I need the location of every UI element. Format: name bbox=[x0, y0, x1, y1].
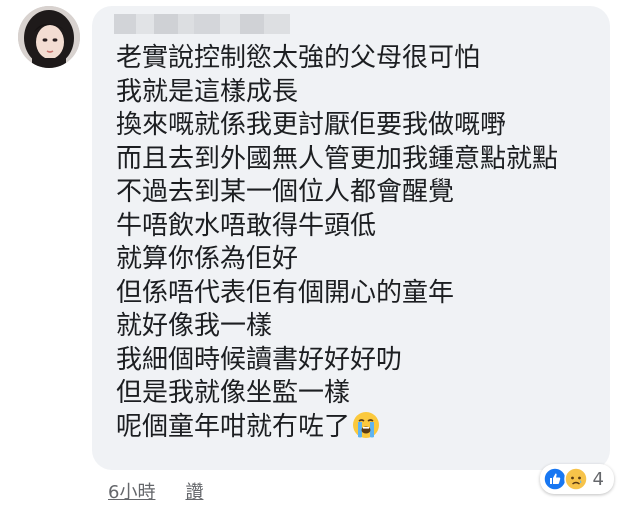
comment-line: 就好像我一樣 bbox=[116, 311, 273, 341]
reactions-summary[interactable]: 4 bbox=[539, 464, 614, 494]
like-link[interactable]: 讚 bbox=[185, 478, 203, 504]
comment-line: 而且去到外國無人管更加我鍾意點就點 bbox=[116, 143, 559, 174]
comment-line-last: 呢個童年咁就冇咗了 bbox=[116, 411, 606, 445]
comment-line: 呢個童年咁就冇咗了 bbox=[116, 411, 351, 442]
avatar[interactable] bbox=[18, 6, 80, 68]
comment-line: 我細個時候讀書好好好叻 bbox=[116, 344, 403, 375]
sad-face-icon bbox=[563, 467, 588, 491]
reaction-count: 4 bbox=[592, 468, 604, 490]
loudly-crying-face-emoji bbox=[353, 411, 380, 438]
comment-line: 但是我就像坐監一樣 bbox=[116, 378, 351, 408]
timestamp-link[interactable]: 6小時 bbox=[108, 478, 155, 504]
profile-photo bbox=[18, 6, 80, 68]
comment-line: 換來嘅就係我更討厭佢要我做嘅嘢 bbox=[116, 110, 507, 140]
commenter-name-blurred[interactable] bbox=[114, 14, 290, 34]
comment-line: 不過去到某一個位人都會醒覺 bbox=[116, 177, 455, 207]
comment-line: 我就是這樣成長 bbox=[116, 76, 299, 107]
comment-meta: 6小時 讚 bbox=[108, 478, 203, 504]
comment-text: 老實說控制慾太強的父母很可怕 我就是這樣成長 換來嘅就係我更討厭佢要我做嘅嘢 而… bbox=[116, 42, 606, 444]
comment-line: 老實說控制慾太強的父母很可怕 bbox=[116, 43, 481, 73]
comment-line: 牛唔飲水唔敢得牛頭低 bbox=[116, 210, 377, 241]
comment-line: 就算你係為佢好 bbox=[116, 244, 299, 274]
comment-line: 但係唔代表佢有個開心的童年 bbox=[116, 277, 455, 308]
